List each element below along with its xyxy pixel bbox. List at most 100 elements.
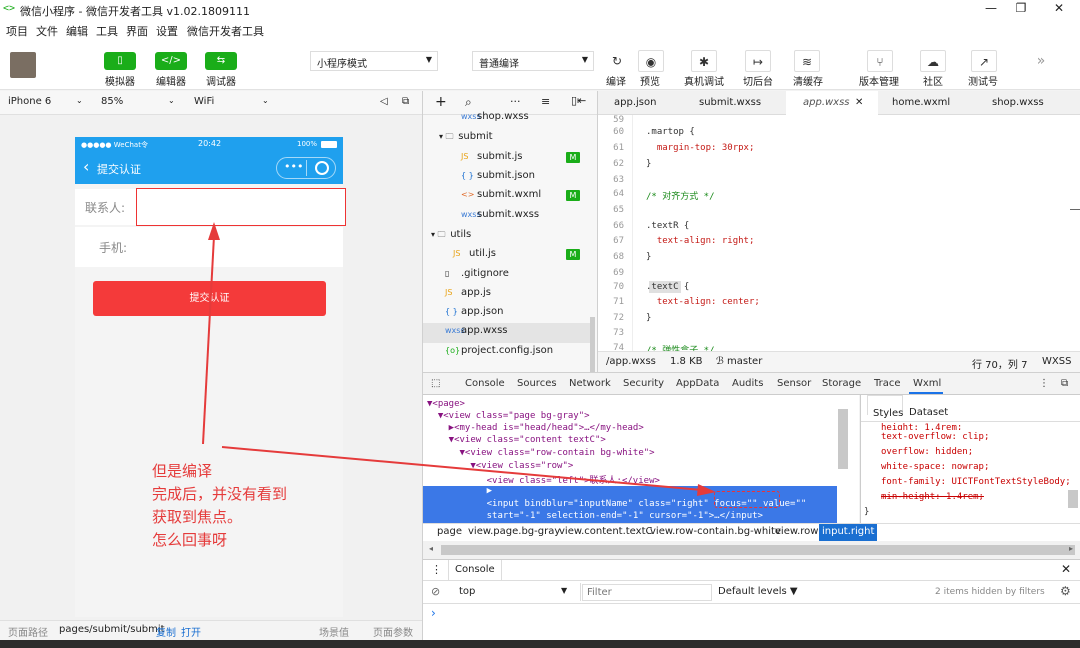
tab-sources[interactable]: Sources xyxy=(517,378,557,389)
style-rule[interactable]: text-overflow: clip; xyxy=(881,432,989,442)
code-editor[interactable]: 59 60 .martop { 61 margin-top: 30rpx; 62}… xyxy=(598,115,1080,351)
tab-submit-wxss[interactable]: submit.wxss xyxy=(699,97,761,108)
horizontal-divider[interactable] xyxy=(423,372,1080,373)
crumb-page[interactable]: page xyxy=(437,526,462,537)
tab-wxml[interactable]: Wxml xyxy=(913,378,941,389)
vertical-divider[interactable] xyxy=(597,91,598,372)
scrollbar[interactable] xyxy=(838,409,848,469)
wxml-node[interactable]: start="-1" selection-end="-1" cursor="-1… xyxy=(427,511,763,523)
crumb-view-row[interactable]: view.row xyxy=(775,526,818,537)
wxml-node[interactable]: ▶<my-head is="head/head">…</my-head> xyxy=(427,423,644,435)
branch-icon[interactable]: ⑂ xyxy=(867,50,893,72)
volume-icon[interactable]: ◁ xyxy=(380,96,388,107)
crumb-view-content[interactable]: view.content.textC xyxy=(559,526,652,537)
levels-select[interactable]: Default levels ▼ xyxy=(718,586,798,597)
wxml-node[interactable]: ▼<view class="row-contain bg-white"> xyxy=(427,448,655,460)
file-item[interactable]: { } submit.json xyxy=(461,170,535,188)
status-position[interactable]: 行 70，列 7 xyxy=(972,356,1027,371)
file-item[interactable]: ▯ .gitignore xyxy=(445,268,509,286)
kebab-menu-icon[interactable]: ⋮ xyxy=(1039,378,1049,389)
style-rule[interactable]: font-family: UICTFontTextStyleBody; xyxy=(881,477,1069,487)
tab-app-json[interactable]: app.json xyxy=(614,97,656,108)
tab-audits[interactable]: Audits xyxy=(732,378,763,389)
tab-app-wxss[interactable]: app.wxss xyxy=(803,97,850,108)
maximize-button[interactable]: ❐ xyxy=(1010,1,1032,19)
copy-link[interactable]: 复制 xyxy=(156,624,176,639)
eye-icon[interactable]: ◉ xyxy=(638,50,664,72)
inspect-icon[interactable]: ⬚ xyxy=(431,378,440,389)
menu-tools[interactable]: 工具 xyxy=(96,23,118,39)
external-icon[interactable]: ↗ xyxy=(971,50,997,72)
file-item[interactable]: JS util.js xyxy=(453,248,496,266)
menu-settings[interactable]: 设置 xyxy=(156,23,178,39)
close-circle-icon[interactable] xyxy=(315,161,329,175)
folder-item[interactable]: ▾ 🗀 submit xyxy=(439,131,493,149)
crumb-view-row-contain[interactable]: view.row-contain.bg-white xyxy=(650,526,781,537)
tab-home-wxml[interactable]: home.wxml xyxy=(892,97,950,108)
back-icon[interactable]: ‹ xyxy=(83,157,89,176)
console-prompt[interactable]: › xyxy=(431,606,436,620)
kebab-menu-icon[interactable]: ⋮ xyxy=(431,563,442,576)
more-dots-icon[interactable]: ••• xyxy=(284,160,303,173)
chevron-down-icon[interactable]: ⌄ xyxy=(262,96,269,105)
file-item[interactable]: <> submit.wxml xyxy=(461,189,541,207)
zoom-select[interactable]: 85% xyxy=(101,96,123,107)
style-rule-overridden[interactable]: min-height: 1.4rem; xyxy=(881,492,984,502)
wxml-node[interactable]: ▶ xyxy=(427,486,492,498)
style-rule[interactable]: white-space: nowrap; xyxy=(881,462,989,472)
wxml-node[interactable]: <view class="left">联系人:</view> xyxy=(427,473,660,486)
device-select[interactable]: iPhone 6 xyxy=(8,96,51,107)
menu-view[interactable]: 界面 xyxy=(126,23,148,39)
menu-edit[interactable]: 编辑 xyxy=(66,23,88,39)
wxml-node[interactable]: ▼<view class="content textC"> xyxy=(427,435,606,447)
popout-icon[interactable]: ⧉ xyxy=(402,96,409,107)
gear-icon[interactable]: ⚙ xyxy=(1060,584,1071,598)
menu-devtools[interactable]: 微信开发者工具 xyxy=(187,23,264,39)
vertical-divider[interactable] xyxy=(422,91,423,640)
file-item[interactable]: {o}project.config.json xyxy=(445,345,553,363)
debugger-toggle-button[interactable]: ⇆ xyxy=(205,52,237,70)
file-item[interactable]: { } app.json xyxy=(445,306,503,324)
bug-icon[interactable]: ✱ xyxy=(691,50,717,72)
chevron-down-icon[interactable]: ⌄ xyxy=(76,96,83,105)
wxml-node[interactable]: ▼<view class="row"> xyxy=(427,461,573,473)
wxml-node[interactable]: ▼<view class="page bg-gray"> xyxy=(427,411,590,423)
tab-network[interactable]: Network xyxy=(569,378,611,389)
tab-dataset[interactable]: Dataset xyxy=(909,407,948,418)
editor-toggle-button[interactable]: </> xyxy=(155,52,187,70)
status-language[interactable]: WXSS xyxy=(1042,356,1071,367)
tab-console[interactable]: Console xyxy=(465,378,505,389)
more-icon[interactable]: » xyxy=(1028,50,1054,72)
menu-file[interactable]: 文件 xyxy=(36,23,58,39)
more-icon[interactable]: ··· xyxy=(510,95,521,108)
filter-input[interactable] xyxy=(582,584,712,601)
contact-input[interactable] xyxy=(136,188,346,226)
dock-icon[interactable]: ⧉ xyxy=(1061,378,1068,389)
tab-appdata[interactable]: AppData xyxy=(676,378,719,389)
add-icon[interactable]: + xyxy=(435,94,447,110)
tab-trace[interactable]: Trace xyxy=(874,378,901,389)
layers-icon[interactable]: ≋ xyxy=(794,50,820,72)
search-icon[interactable]: ⌕ xyxy=(465,95,472,110)
tab-styles[interactable]: Styles xyxy=(873,408,903,419)
refresh-icon[interactable]: ↻ xyxy=(604,50,630,72)
tab-console-drawer[interactable]: Console xyxy=(448,560,502,580)
tab-security[interactable]: Security xyxy=(623,378,664,389)
open-link[interactable]: 打开 xyxy=(181,624,201,639)
crumb-view-page[interactable]: view.page.bg-gray xyxy=(468,526,560,537)
block-icon[interactable]: ⊘ xyxy=(431,585,440,598)
status-branch[interactable]: ℬ master xyxy=(716,356,762,367)
chevron-down-icon[interactable]: ⌄ xyxy=(168,96,175,105)
wxml-tree[interactable]: ▼<page> ▼<view class="page bg-gray"> ▶<m… xyxy=(423,395,859,523)
network-select[interactable]: WiFi xyxy=(194,96,214,107)
style-rule[interactable]: height: 1.4rem; xyxy=(881,423,962,430)
style-rule[interactable]: overflow: hidden; xyxy=(881,447,973,457)
scroll-left-icon[interactable]: ◂ xyxy=(429,544,433,553)
scrollbar[interactable] xyxy=(590,317,595,372)
mode-select[interactable]: 小程序模式 ▼ xyxy=(310,51,438,71)
collapse-icon[interactable]: ▯⇤ xyxy=(571,94,586,107)
file-item[interactable]: wxssshop.wxss xyxy=(461,111,529,129)
folder-item[interactable]: ▾ 🗀 utils xyxy=(431,229,471,247)
scene-value-button[interactable]: 场景值 xyxy=(319,624,349,639)
avatar[interactable] xyxy=(10,52,36,78)
